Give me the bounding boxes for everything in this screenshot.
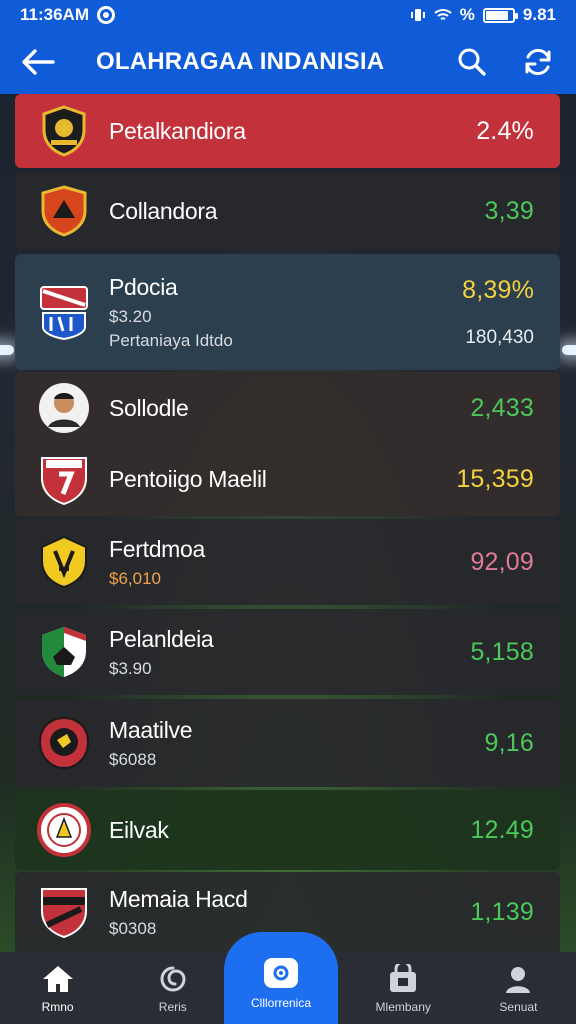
list-item[interactable]: Petalkandiora 2.4%	[15, 94, 560, 168]
team-detail: Pertaniaya Idtdo	[109, 330, 233, 350]
shield-icon	[41, 185, 87, 237]
list-item[interactable]: Pentoiigo Maelil 15,359	[15, 442, 560, 516]
notification-icon	[96, 6, 115, 24]
wifi-icon	[434, 9, 452, 20]
list-item[interactable]: Collandora 3,39	[15, 172, 560, 250]
yellow-shield-icon	[41, 535, 87, 589]
team-value: 2.4%	[476, 116, 534, 145]
team-name: Pdocia	[109, 273, 178, 300]
nav-item-membany[interactable]: Mlembany	[346, 952, 461, 1014]
vibrate-icon	[410, 9, 425, 21]
team-value: 8,39%	[462, 275, 534, 304]
team-name: Collandora	[109, 197, 218, 224]
stadium-light	[562, 345, 576, 355]
nav-label: Reris	[158, 1000, 187, 1014]
team-name: Pelanldeia	[109, 625, 214, 652]
arrow-left-icon	[22, 49, 55, 75]
team-name: Fertdmoa	[109, 535, 206, 562]
green-shield-icon	[42, 627, 86, 677]
nav-label: Clllorrenica	[250, 996, 312, 1010]
nav-label: Rmno	[41, 1000, 74, 1014]
battery-icon	[482, 7, 518, 23]
team-value: 9,16	[484, 728, 534, 757]
crest-icon	[42, 105, 86, 157]
list-item[interactable]: Maatilve $6088 9,16	[15, 699, 560, 787]
store-icon	[390, 964, 417, 992]
status-signal-text: 9.81	[522, 5, 556, 24]
team-value: 1,139	[470, 897, 534, 926]
search-button[interactable]	[452, 42, 492, 82]
stadium-light	[0, 345, 14, 355]
team-name: Sollodle	[109, 394, 189, 421]
swirl-icon	[160, 966, 186, 992]
app-bar: OLAHRAGAA INDANISIA	[0, 30, 576, 94]
team-price: $6,010	[109, 568, 161, 588]
status-time: 11:36AM	[20, 5, 89, 24]
list-item[interactable]: Fertdmoa $6,010 92,09	[15, 519, 560, 605]
team-value: 15,359	[456, 464, 534, 493]
list-item[interactable]: Pdocia $3.20 Pertaniaya Idtdo 8,39% 180,…	[15, 254, 560, 370]
stripe-shield-icon	[41, 888, 87, 939]
team-price: $3.20	[109, 306, 152, 326]
team-price: $6088	[109, 749, 157, 769]
flag-shield-icon	[40, 286, 88, 341]
refresh-icon	[525, 48, 551, 76]
nav-item-reris[interactable]: Reris	[115, 952, 230, 1014]
number-shield-icon	[41, 457, 87, 506]
back-button[interactable]	[18, 42, 58, 82]
search-icon	[458, 48, 486, 76]
page-title: OLAHRAGAA INDANISIA	[96, 48, 385, 75]
chat-icon	[264, 958, 298, 988]
team-secondary-value: 180,430	[465, 326, 534, 348]
nav-item-home[interactable]: Rmno	[0, 952, 115, 1014]
team-value: 3,39	[484, 196, 534, 225]
team-name: Memaia Hacd	[109, 885, 248, 912]
status-bar: 11:36AM % 9.81	[0, 0, 576, 30]
team-value: 5,158	[470, 637, 534, 666]
team-value: 2,433	[470, 393, 534, 422]
nav-label: Mlembany	[375, 1000, 431, 1014]
team-name: Eilvak	[109, 816, 169, 843]
profile-icon	[506, 967, 531, 993]
battery-percent-sign: %	[459, 5, 475, 24]
list-item[interactable]: Sollodle 2,433	[15, 372, 560, 444]
team-name: Petalkandiora	[109, 117, 246, 144]
list-item[interactable]: Pelanldeia $3.90 5,158	[15, 609, 560, 695]
list-item[interactable]: Eilvak 12.49	[15, 790, 560, 870]
home-icon	[42, 966, 73, 992]
team-value: 12.49	[470, 815, 534, 844]
nav-item-profile[interactable]: Senuat	[461, 952, 576, 1014]
refresh-button[interactable]	[518, 42, 558, 82]
team-name: Maatilve	[109, 716, 193, 743]
player-avatar-icon	[39, 383, 89, 433]
round-badge-icon	[37, 803, 91, 857]
team-name: Pentoiigo Maelil	[109, 465, 267, 492]
nav-label: Senuat	[499, 1000, 538, 1014]
team-value: 92,09	[470, 547, 534, 576]
nav-item-chat-active[interactable]: Clllorrenica	[224, 932, 338, 1024]
eagle-badge-icon	[38, 716, 90, 770]
team-price: $3.90	[109, 658, 152, 678]
